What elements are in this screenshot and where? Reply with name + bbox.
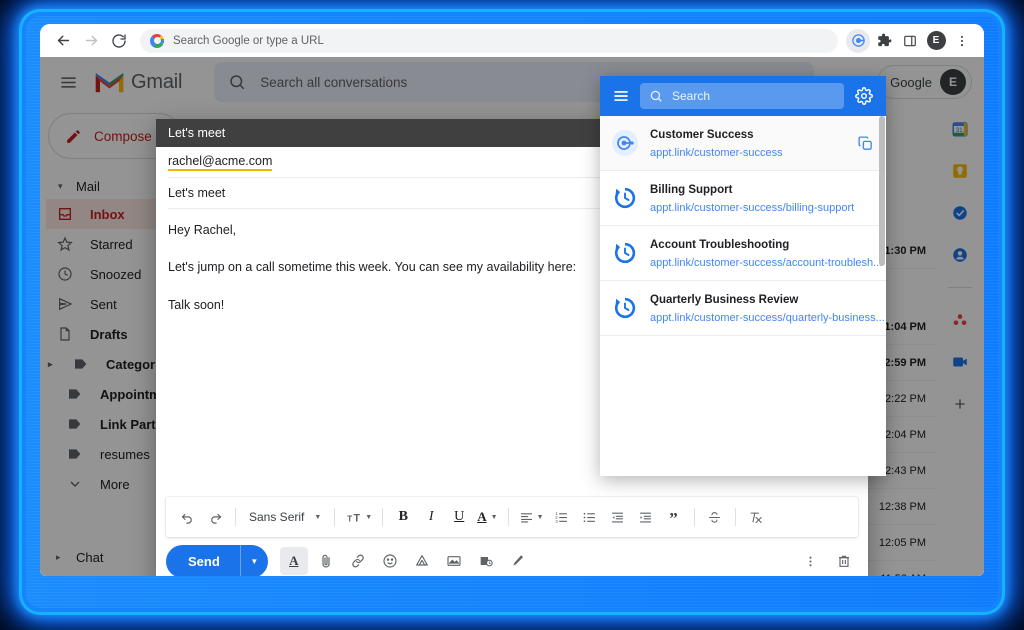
toolbar-divider xyxy=(382,508,384,526)
chevron-down-icon: ▼ xyxy=(536,513,544,521)
bold-label: B xyxy=(398,509,408,524)
appt-link-extension-icon[interactable] xyxy=(846,28,870,53)
list-item[interactable]: Quarterly Business Review appt.link/cust… xyxy=(600,281,886,336)
appt-link-icon xyxy=(612,295,638,321)
more-options-icon[interactable] xyxy=(796,547,824,575)
insert-drive-icon[interactable] xyxy=(408,547,436,575)
search-icon xyxy=(650,90,662,102)
align-icon[interactable]: ▼ xyxy=(516,504,547,530)
toolbar-divider xyxy=(334,508,336,526)
compose-action-row: Send ▼ A xyxy=(156,537,868,576)
list-item-url[interactable]: appt.link/customer-success xyxy=(650,147,783,159)
insert-link-icon[interactable] xyxy=(344,547,372,575)
screen: Search Google or type a URL E Gmail Sear… xyxy=(0,0,1024,630)
numbered-list-icon[interactable]: 123 xyxy=(549,504,575,530)
list-item-url[interactable]: appt.link/customer-success/quarterly-bus… xyxy=(650,312,885,324)
trash-icon[interactable] xyxy=(830,547,858,575)
appt-link-icon xyxy=(612,185,638,211)
reload-button[interactable] xyxy=(106,28,132,54)
popup-search-text: Search xyxy=(672,89,711,103)
list-item-title: Billing Support xyxy=(650,184,733,196)
list-item-text: Customer Success appt.link/customer-succ… xyxy=(650,125,842,161)
popup-link-list: Customer Success appt.link/customer-succ… xyxy=(600,116,886,476)
toolbar-divider xyxy=(734,508,736,526)
toolbar-divider xyxy=(693,508,695,526)
send-options-chevron-down-icon[interactable]: ▼ xyxy=(239,544,268,576)
svg-text:T: T xyxy=(354,512,361,524)
text-color-label: A xyxy=(477,509,487,524)
redo-icon[interactable] xyxy=(202,504,228,530)
profile-initial: E xyxy=(926,31,946,50)
popup-search-input[interactable]: Search xyxy=(640,83,844,109)
list-item[interactable]: Account Troubleshooting appt.link/custom… xyxy=(600,226,886,281)
insert-emoji-icon[interactable] xyxy=(376,547,404,575)
insert-signature-icon[interactable] xyxy=(504,547,532,575)
list-item[interactable]: Billing Support appt.link/customer-succe… xyxy=(600,171,886,226)
toolbar-divider xyxy=(235,508,236,526)
chevron-down-icon: ▼ xyxy=(365,513,373,521)
italic-button[interactable]: I xyxy=(418,504,444,530)
popup-hamburger-menu-icon[interactable] xyxy=(610,87,632,105)
list-item-url[interactable]: appt.link/customer-success/account-troub… xyxy=(650,257,882,269)
appt-group-icon xyxy=(612,130,638,156)
remove-formatting-icon[interactable] xyxy=(743,504,769,530)
underline-label: U xyxy=(454,509,465,524)
font-size-icon[interactable]: TT ▼ xyxy=(342,504,375,530)
extensions-puzzle-icon[interactable] xyxy=(872,29,896,53)
profile-avatar[interactable]: E xyxy=(924,29,948,53)
svg-text:3: 3 xyxy=(555,519,558,524)
browser-menu-icon[interactable] xyxy=(950,29,974,53)
font-family-value: Sans Serif xyxy=(249,510,305,524)
text-color-button[interactable]: A ▼ xyxy=(474,504,500,530)
bulleted-list-icon[interactable] xyxy=(577,504,603,530)
gear-icon[interactable] xyxy=(852,87,876,105)
attach-file-icon[interactable] xyxy=(312,547,340,575)
strikethrough-icon[interactable] xyxy=(702,504,728,530)
address-bar[interactable]: Search Google or type a URL xyxy=(140,28,838,53)
google-g-icon xyxy=(150,33,164,48)
bold-button[interactable]: B xyxy=(390,504,416,530)
list-item-text: Account Troubleshooting appt.link/custom… xyxy=(650,235,882,271)
compose-subject-value: Let's meet xyxy=(168,186,226,200)
list-item-text: Quarterly Business Review appt.link/cust… xyxy=(650,290,885,326)
address-bar-text: Search Google or type a URL xyxy=(173,34,324,47)
insert-photo-icon[interactable] xyxy=(440,547,468,575)
chevron-down-icon: ▼ xyxy=(490,513,498,521)
browser-window: Search Google or type a URL E Gmail Sear… xyxy=(40,24,984,576)
list-item-text: Billing Support appt.link/customer-succe… xyxy=(650,180,876,216)
compose-title: Let's meet xyxy=(168,126,226,140)
font-family-select[interactable]: Sans Serif ▼ xyxy=(243,504,327,530)
chevron-down-icon: ▼ xyxy=(314,513,322,521)
indent-more-icon[interactable] xyxy=(633,504,659,530)
undo-icon[interactable] xyxy=(174,504,200,530)
list-item-url[interactable]: appt.link/customer-success/billing-suppo… xyxy=(650,202,854,214)
forward-button[interactable] xyxy=(78,28,104,54)
formatting-toolbar: Sans Serif ▼ TT ▼ B I U A ▼ ▼ 1 2 3 ” xyxy=(166,497,858,537)
browser-toolbar: Search Google or type a URL E xyxy=(40,24,984,57)
confidential-mode-icon[interactable] xyxy=(472,547,500,575)
appt-link-popup: Search Customer Success appt.link/custom… xyxy=(600,76,886,476)
popup-header: Search xyxy=(600,76,886,116)
copy-link-icon[interactable] xyxy=(854,135,876,152)
compose-right-actions xyxy=(796,547,858,575)
send-button[interactable]: Send xyxy=(166,554,240,569)
italic-label: I xyxy=(428,509,434,524)
underline-button[interactable]: U xyxy=(446,504,472,530)
compose-to-value: rachel@acme.com xyxy=(168,154,273,171)
formatting-options-icon[interactable]: A xyxy=(279,547,308,575)
page-content: Gmail Search all conversations Google E xyxy=(40,57,984,576)
list-item-title: Account Troubleshooting xyxy=(650,239,790,251)
popup-scrollbar[interactable] xyxy=(879,116,885,266)
side-panel-icon[interactable] xyxy=(898,29,922,53)
list-item[interactable]: Customer Success appt.link/customer-succ… xyxy=(600,116,886,171)
list-item-title: Customer Success xyxy=(650,129,754,141)
send-button-group[interactable]: Send ▼ xyxy=(166,544,268,576)
toolbar-divider xyxy=(507,508,509,526)
back-button[interactable] xyxy=(50,28,76,54)
quote-icon[interactable]: ” xyxy=(661,504,687,530)
indent-less-icon[interactable] xyxy=(605,504,631,530)
svg-text:T: T xyxy=(348,514,353,523)
appt-link-icon xyxy=(612,240,638,266)
list-item-title: Quarterly Business Review xyxy=(650,294,799,306)
